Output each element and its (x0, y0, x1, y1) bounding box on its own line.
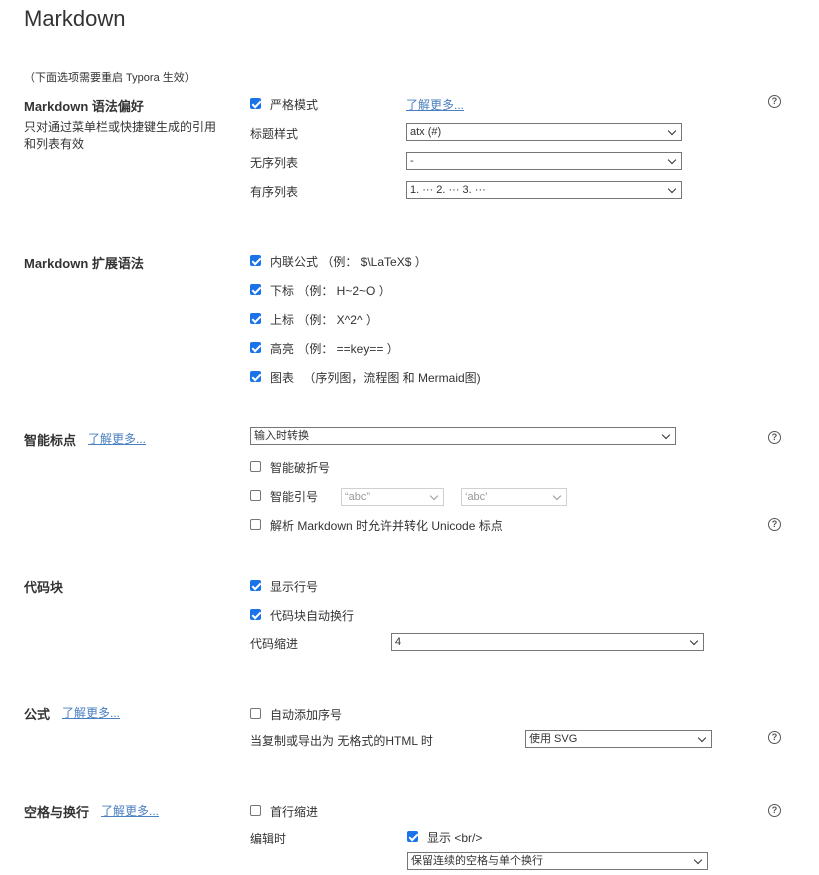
chevron-down-icon (667, 155, 677, 165)
diagrams-checkbox[interactable] (250, 371, 261, 382)
math-help-icon[interactable]: ? (768, 731, 781, 744)
section-title-code-block: 代码块 (24, 580, 64, 595)
unordered-list-select[interactable]: - (406, 152, 682, 170)
line-numbers-checkbox[interactable] (250, 580, 261, 591)
smart-dash-label: 智能破折号 (270, 461, 331, 475)
unicode-punct-label: 解析 Markdown 时允许并转化 Unicode 标点 (270, 519, 503, 533)
code-indent-select[interactable]: 4 (391, 633, 704, 651)
code-indent-value: 4 (395, 636, 402, 648)
highlight-label: 高亮 （例： ==key== ） (270, 342, 399, 356)
first-line-indent-label: 首行缩进 (270, 805, 319, 819)
preferences-markdown-page: Markdown （下面选项需要重启 Typora 生效） Markdown 语… (0, 0, 819, 875)
show-br-checkbox[interactable] (407, 831, 418, 842)
section-title-smart-punct: 智能标点 (24, 433, 77, 448)
double-quote-select[interactable]: “abc” (341, 488, 444, 506)
highlight-checkbox[interactable] (250, 342, 261, 353)
page-title: Markdown (24, 6, 126, 31)
math-export-value: 使用 SVG (529, 733, 578, 745)
ordered-list-value: 1. ··· 2. ··· 3. ··· (410, 184, 486, 196)
section-title-extensions: Markdown 扩展语法 (24, 256, 144, 271)
whitespace-mode-value: 保留连续的空格与单个换行 (411, 855, 543, 867)
math-learn-more-link[interactable]: 了解更多... (62, 704, 120, 721)
whitespace-learn-more-link[interactable]: 了解更多... (101, 802, 159, 819)
show-br-label: 显示 <br/> (427, 831, 483, 845)
section-title-whitespace: 空格与换行 (24, 805, 90, 820)
syntax-pref-description: 只对通过菜单栏或快捷键生成的引用和列表有效 (24, 120, 217, 151)
unordered-list-value: - (410, 155, 414, 167)
smart-punct-learn-more-link[interactable]: 了解更多... (88, 430, 146, 447)
first-line-indent-checkbox[interactable] (250, 805, 261, 816)
chevron-down-icon (689, 636, 699, 646)
auto-number-checkbox[interactable] (250, 708, 261, 719)
syntax-pref-help-icon[interactable]: ? (768, 95, 781, 108)
heading-style-value: atx (#) (410, 126, 442, 138)
smart-quotes-label: 智能引号 (270, 490, 319, 504)
math-export-label: 当复制或导出为 无格式的HTML 时 (250, 734, 433, 748)
chevron-down-icon (661, 430, 671, 440)
chevron-down-icon (693, 855, 703, 865)
chevron-down-icon (667, 184, 677, 194)
single-quote-select[interactable]: ‘abc’ (461, 488, 567, 506)
strict-mode-label: 严格模式 (270, 98, 319, 112)
line-numbers-label: 显示行号 (270, 580, 319, 594)
chevron-down-icon (429, 491, 439, 501)
ordered-list-select[interactable]: 1. ··· 2. ··· 3. ··· (406, 181, 682, 199)
smart-dash-checkbox[interactable] (250, 461, 261, 472)
code-wrap-label: 代码块自动换行 (270, 609, 355, 623)
restart-note: （下面选项需要重启 Typora 生效） (24, 72, 196, 84)
smart-punct-mode-select[interactable]: 输入时转换 (250, 427, 676, 445)
double-quote-value: “abc” (345, 491, 371, 503)
chevron-down-icon (667, 126, 677, 136)
heading-style-select[interactable]: atx (#) (406, 123, 682, 141)
section-title-math: 公式 (24, 707, 51, 722)
subscript-checkbox[interactable] (250, 284, 261, 295)
code-indent-label: 代码缩进 (250, 637, 299, 651)
whitespace-help-icon[interactable]: ? (768, 804, 781, 817)
superscript-label: 上标 （例： X^2^ ） (270, 313, 378, 327)
single-quote-value: ‘abc’ (465, 491, 488, 503)
diagrams-label: 图表 （序列图，流程图 和 Mermaid图) (270, 371, 481, 385)
superscript-checkbox[interactable] (250, 313, 261, 324)
chevron-down-icon (697, 733, 707, 743)
inline-math-label: 内联公式 （例： $\LaTeX$ ） (270, 255, 427, 269)
unordered-list-label: 无序列表 (250, 156, 299, 170)
unicode-punct-help-icon[interactable]: ? (768, 518, 781, 531)
auto-number-label: 自动添加序号 (270, 708, 343, 722)
chevron-down-icon (552, 491, 562, 501)
ordered-list-label: 有序列表 (250, 185, 299, 199)
inline-math-checkbox[interactable] (250, 255, 261, 266)
syntax-pref-learn-more-link[interactable]: 了解更多... (406, 96, 464, 113)
strict-mode-checkbox[interactable] (250, 98, 261, 109)
unicode-punct-checkbox[interactable] (250, 519, 261, 530)
code-wrap-checkbox[interactable] (250, 609, 261, 620)
whitespace-mode-select[interactable]: 保留连续的空格与单个换行 (407, 852, 708, 870)
smart-punct-mode-value: 输入时转换 (254, 430, 309, 442)
editing-label: 编辑时 (250, 832, 287, 846)
smart-punct-help-icon[interactable]: ? (768, 431, 781, 444)
subscript-label: 下标 （例： H~2~O ） (270, 284, 391, 298)
heading-style-label: 标题样式 (250, 127, 299, 141)
section-title-syntax-pref: Markdown 语法偏好 (24, 99, 144, 114)
math-export-select[interactable]: 使用 SVG (525, 730, 712, 748)
smart-quotes-checkbox[interactable] (250, 490, 261, 501)
